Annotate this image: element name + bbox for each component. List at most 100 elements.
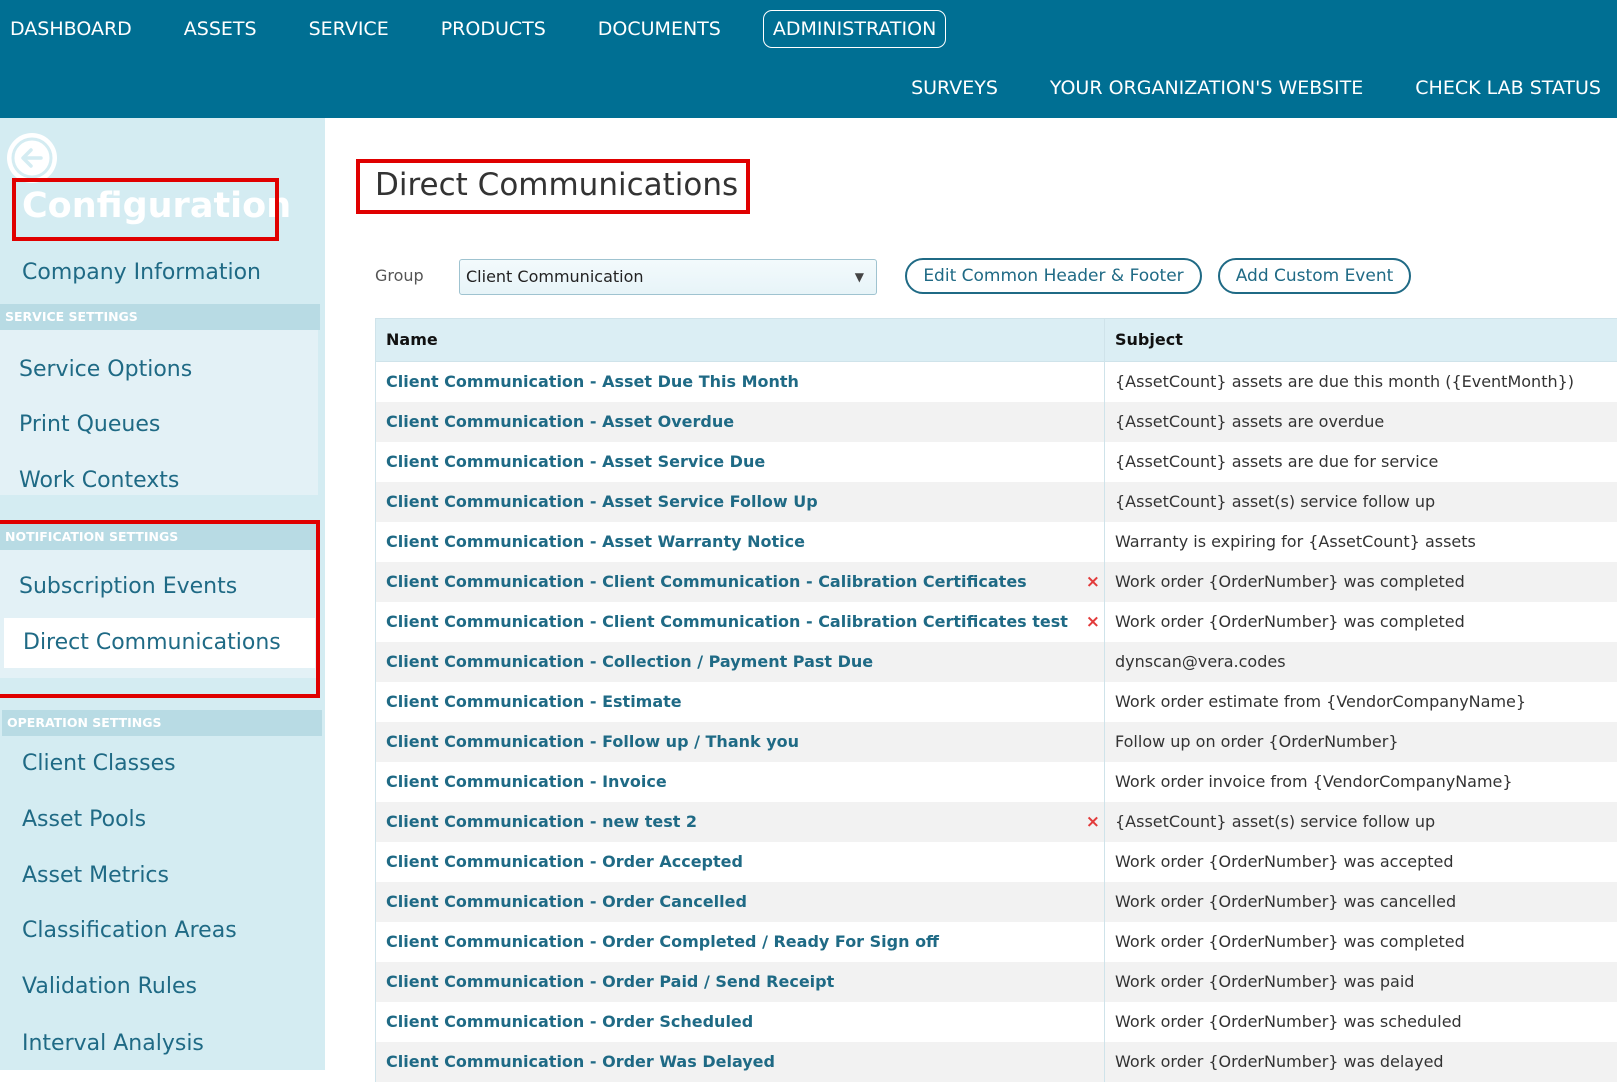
edit-common-header-footer-button[interactable]: Edit Common Header & Footer: [905, 258, 1202, 294]
communication-subject: Work order {OrderNumber} was completed: [1115, 932, 1465, 951]
table-row: Client Communication - Asset Service Due…: [376, 442, 1617, 482]
delete-icon[interactable]: ×: [1086, 802, 1100, 842]
communication-name-text: Client Communication - Asset Overdue: [386, 412, 735, 431]
communication-name-text: Client Communication - Asset Due This Mo…: [386, 372, 799, 391]
communication-name-link[interactable]: Client Communication - Order Paid / Send…: [376, 962, 1105, 1002]
communication-name-link[interactable]: Client Communication - Collection / Paym…: [376, 642, 1105, 682]
sidebar-item-work-contexts[interactable]: Work Contexts: [0, 456, 320, 506]
table-row: Client Communication - Order Completed /…: [376, 922, 1617, 962]
nav-documents[interactable]: DOCUMENTS: [598, 12, 721, 46]
communication-name-link[interactable]: Client Communication - Asset Service Fol…: [376, 482, 1105, 522]
column-header-subject[interactable]: Subject: [1105, 319, 1617, 361]
communication-name-link[interactable]: Client Communication - Follow up / Thank…: [376, 722, 1105, 762]
table-row: Client Communication - Client Communicat…: [376, 562, 1617, 602]
communication-subject: {AssetCount} assets are due for service: [1115, 452, 1439, 471]
communication-subject: Work order estimate from {VendorCompanyN…: [1115, 692, 1527, 711]
communication-name-link[interactable]: Client Communication - Asset Warranty No…: [376, 522, 1105, 562]
communication-name-text: Client Communication - Order Paid / Send…: [386, 972, 835, 991]
communication-subject: Warranty is expiring for {AssetCount} as…: [1115, 532, 1476, 551]
nav-check-lab-status[interactable]: CHECK LAB STATUS: [1415, 77, 1601, 99]
sidebar-item-interval-analysis[interactable]: Interval Analysis: [3, 1019, 323, 1069]
communication-name-text: Client Communication - Order Was Delayed: [386, 1052, 775, 1071]
table-row: Client Communication - Asset Due This Mo…: [376, 362, 1617, 402]
sidebar-item-asset-pools[interactable]: Asset Pools: [3, 795, 323, 845]
communication-name-link[interactable]: Client Communication - Order Cancelled: [376, 882, 1105, 922]
communication-name-link[interactable]: Client Communication - Asset Due This Mo…: [376, 362, 1105, 402]
communication-name-link[interactable]: Client Communication - Order Scheduled: [376, 1002, 1105, 1042]
communication-name-link[interactable]: Client Communication - Order Completed /…: [376, 922, 1105, 962]
table-row: Client Communication - Estimate Work orde…: [376, 682, 1617, 722]
communication-name-link[interactable]: Client Communication - Asset Overdue: [376, 402, 1105, 442]
communication-subject: Follow up on order {OrderNumber}: [1115, 732, 1399, 751]
table-row: Client Communication - Follow up / Thank…: [376, 722, 1617, 762]
communication-name-text: Client Communication - Estimate: [386, 692, 682, 711]
arrow-left-icon: [10, 136, 54, 180]
communication-name-text: Client Communication - new test 2: [386, 812, 698, 831]
nav-assets[interactable]: ASSETS: [184, 12, 257, 46]
table-row: Client Communication - new test 2 × {Asset…: [376, 802, 1617, 842]
communication-name-text: Client Communication - Asset Service Due: [386, 452, 766, 471]
communications-table: Name Subject Client Communication - Asse…: [375, 318, 1617, 1082]
delete-icon[interactable]: ×: [1086, 562, 1100, 602]
sidebar-item-classification-areas[interactable]: Classification Areas: [3, 906, 323, 956]
sidebar-item-print-queues[interactable]: Print Queues: [0, 400, 320, 450]
communication-name-link[interactable]: Client Communication - Estimate: [376, 682, 1105, 722]
communication-name-text: Client Communication - Client Communicat…: [386, 572, 1027, 591]
group-select-value: Client Communication: [466, 267, 644, 286]
nav-service[interactable]: SERVICE: [309, 12, 389, 46]
sidebar-item-subscription-events[interactable]: Subscription Events: [0, 562, 320, 612]
communication-name-link[interactable]: Client Communication - Order Accepted: [376, 842, 1105, 882]
table-row: Client Communication - Invoice Work order…: [376, 762, 1617, 802]
communication-subject: {AssetCount} asset(s) service follow up: [1115, 492, 1436, 511]
table-row: Client Communication - Asset Warranty No…: [376, 522, 1617, 562]
communication-name-text: Client Communication - Order Accepted: [386, 852, 743, 871]
table-row: Client Communication - Order Paid / Send…: [376, 962, 1617, 1002]
table-row: Client Communication - Asset Overdue {Ass…: [376, 402, 1617, 442]
communication-name-text: Client Communication - Order Completed /…: [386, 932, 940, 951]
communication-name-link[interactable]: Client Communication - Client Communicat…: [376, 602, 1105, 642]
nav-organization-website[interactable]: YOUR ORGANIZATION'S WEBSITE: [1050, 77, 1363, 99]
chevron-down-icon: ▼: [854, 270, 864, 284]
table-row: Client Communication - Collection / Paym…: [376, 642, 1617, 682]
communication-subject: Work order {OrderNumber} was paid: [1115, 972, 1415, 991]
communication-subject: Work order {OrderNumber} was completed: [1115, 572, 1465, 591]
sidebar-item-direct-communications[interactable]: Direct Communications: [4, 618, 315, 668]
communication-name-text: Client Communication - Client Communicat…: [386, 612, 1068, 631]
nav-products[interactable]: PRODUCTS: [441, 12, 546, 46]
sidebar-item-client-classes[interactable]: Client Classes: [3, 739, 323, 789]
sidebar-item-asset-metrics[interactable]: Asset Metrics: [3, 851, 323, 901]
communication-name-link[interactable]: Client Communication - Order Was Delayed: [376, 1042, 1105, 1082]
table-header: Name Subject: [376, 318, 1617, 362]
communication-subject: Work order {OrderNumber} was delayed: [1115, 1052, 1444, 1071]
table-row: Client Communication - Client Communicat…: [376, 602, 1617, 642]
section-header-notification-settings: NOTIFICATION SETTINGS: [0, 524, 320, 550]
section-header-operation-settings: OPERATION SETTINGS: [2, 710, 322, 736]
sidebar: Configuration Company Information SERVIC…: [0, 118, 325, 1070]
communication-subject: Work order {OrderNumber} was cancelled: [1115, 892, 1457, 911]
add-custom-event-button[interactable]: Add Custom Event: [1218, 258, 1411, 294]
communication-subject: {AssetCount} assets are overdue: [1115, 412, 1385, 431]
delete-icon[interactable]: ×: [1086, 602, 1100, 642]
communication-name-link[interactable]: Client Communication - Client Communicat…: [376, 562, 1105, 602]
table-row: Client Communication - Order Accepted Wor…: [376, 842, 1617, 882]
communication-subject: Work order invoice from {VendorCompanyNa…: [1115, 772, 1513, 791]
group-select[interactable]: Client Communication ▼: [459, 259, 877, 295]
sidebar-item-validation-rules[interactable]: Validation Rules: [3, 962, 323, 1012]
communication-subject: {AssetCount} assets are due this month (…: [1115, 372, 1575, 391]
communication-name-link[interactable]: Client Communication - Asset Service Due: [376, 442, 1105, 482]
nav-surveys[interactable]: SURVEYS: [911, 77, 998, 99]
sidebar-item-company-information[interactable]: Company Information: [3, 248, 323, 298]
nav-dashboard[interactable]: DASHBOARD: [10, 12, 132, 46]
communication-subject: dynscan@vera.codes: [1115, 652, 1286, 671]
communication-subject: Work order {OrderNumber} was scheduled: [1115, 1012, 1462, 1031]
communication-name-link[interactable]: Client Communication - new test 2 ×: [376, 802, 1105, 842]
nav-administration[interactable]: ADMINISTRATION: [762, 10, 947, 48]
communication-subject: Work order {OrderNumber} was completed: [1115, 612, 1465, 631]
communication-subject: Work order {OrderNumber} was accepted: [1115, 852, 1454, 871]
back-button[interactable]: [7, 133, 57, 183]
sidebar-item-service-options[interactable]: Service Options: [0, 345, 320, 395]
primary-nav: DASHBOARD ASSETS SERVICE PRODUCTS DOCUME…: [0, 0, 988, 58]
communication-name-link[interactable]: Client Communication - Invoice: [376, 762, 1105, 802]
table-row: Client Communication - Order Scheduled Wo…: [376, 1002, 1617, 1042]
column-header-name[interactable]: Name: [376, 319, 1105, 361]
